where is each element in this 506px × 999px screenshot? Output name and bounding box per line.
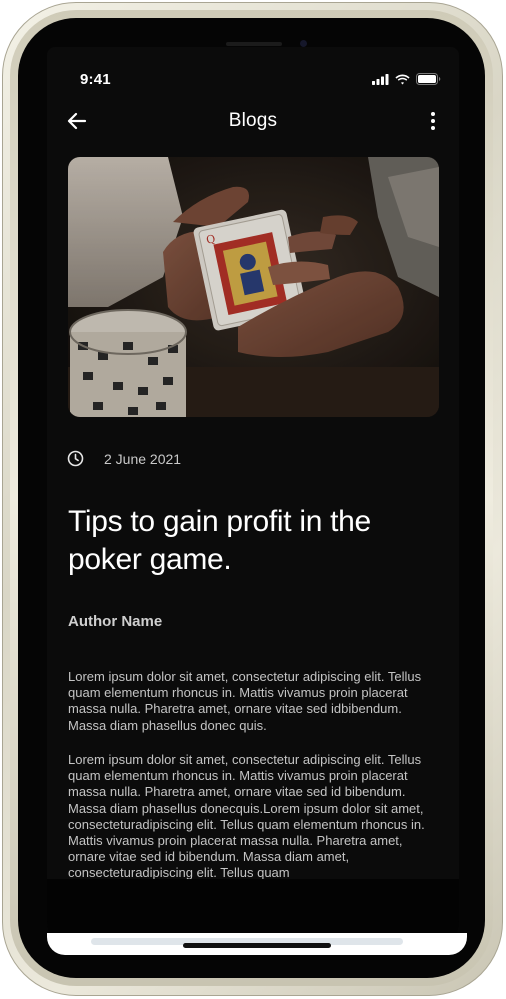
post-date: 2 June 2021 bbox=[104, 450, 182, 467]
post-title: Tips to gain profit in the poker game. bbox=[68, 505, 371, 576]
status-time: 9:41 bbox=[80, 71, 111, 88]
home-indicator[interactable] bbox=[183, 943, 331, 948]
post-paragraph: Lorem ipsum dolor sit amet, consectetur … bbox=[68, 752, 425, 881]
battery-icon bbox=[416, 73, 441, 85]
speaker-grille bbox=[226, 42, 282, 46]
author-name[interactable]: Author Name bbox=[68, 613, 162, 630]
app-screen: 9:41 Blogs Q 2 June 2021 Tips to gain pr… bbox=[47, 47, 459, 955]
wifi-icon bbox=[395, 74, 410, 84]
front-camera bbox=[300, 40, 307, 47]
clock-icon bbox=[67, 450, 84, 467]
status-icons bbox=[372, 73, 441, 85]
post-date-row: 2 June 2021 bbox=[67, 450, 181, 467]
cellular-signal-icon bbox=[372, 73, 389, 85]
page-title: Blogs bbox=[228, 110, 278, 131]
playing-cards-photo: Q bbox=[68, 157, 439, 417]
post-paragraph: Lorem ipsum dolor sit amet, consectetur … bbox=[68, 669, 422, 733]
more-vertical-icon bbox=[431, 112, 435, 130]
more-options-button[interactable] bbox=[421, 109, 445, 133]
home-bar-area bbox=[47, 933, 467, 955]
